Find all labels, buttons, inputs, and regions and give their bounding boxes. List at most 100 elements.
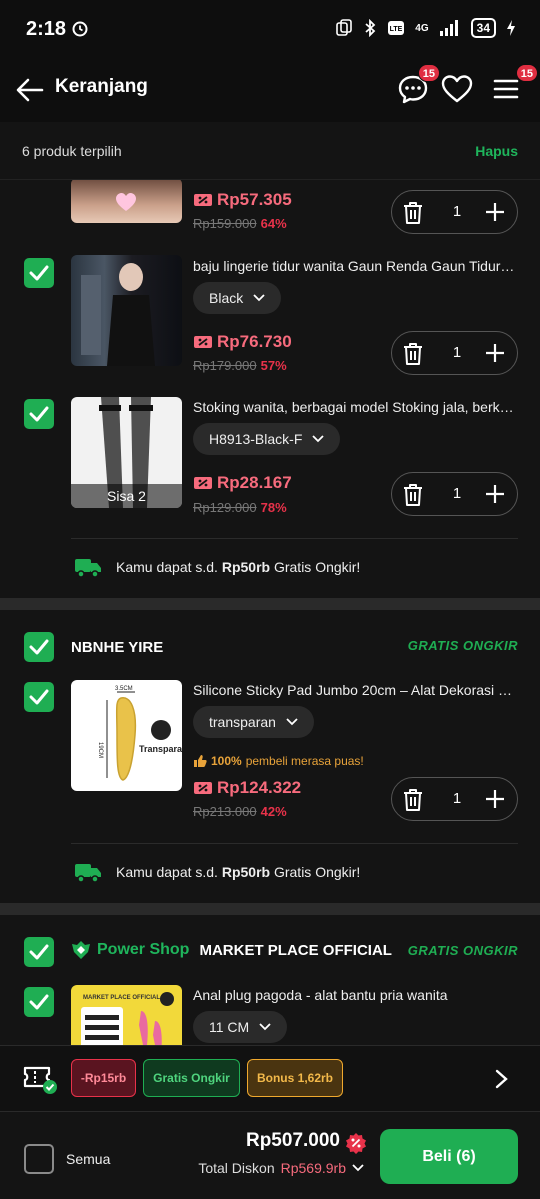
variant-label: transparan <box>209 714 276 730</box>
price: Rp28.167 <box>217 473 292 492</box>
svg-text:LTE: LTE <box>390 26 403 33</box>
variant-selector[interactable]: H8913-Black-F <box>193 423 341 455</box>
variant-selector[interactable]: transparan <box>193 706 314 738</box>
quantity-stepper[interactable]: 1 <box>391 472 518 516</box>
section-separator <box>0 598 540 610</box>
chevron-down-icon <box>312 435 325 443</box>
delivery-truck-icon <box>75 864 101 883</box>
back-arrow-icon[interactable] <box>14 74 46 106</box>
store-checkbox[interactable] <box>24 937 54 967</box>
hamburger-menu-icon <box>493 79 519 99</box>
thumbs-up-icon <box>194 755 207 767</box>
chat-button[interactable]: 15 <box>396 64 440 106</box>
product-thumbnail[interactable] <box>71 180 182 223</box>
product-title[interactable]: baju lingerie tidur wanita Gaun Renda Ga… <box>193 258 518 274</box>
selected-count: 6 produk terpilih <box>22 143 122 159</box>
plus-icon[interactable] <box>485 202 505 222</box>
power-shop-crown-icon <box>72 941 90 959</box>
shipping-prefix: Kamu dapat s.d. <box>116 559 218 575</box>
item-checkbox[interactable] <box>24 682 54 712</box>
delete-button[interactable]: Hapus <box>475 143 518 159</box>
free-shipping-info: Kamu dapat s.d. Rp50rb Gratis Ongkir! <box>74 861 360 883</box>
total-discount-label: Total Diskon <box>198 1160 275 1176</box>
battery-indicator: 34 <box>470 18 496 38</box>
item-checkbox[interactable] <box>24 258 54 288</box>
shipping-text: Kamu dapat s.d. Rp50rb Gratis Ongkir! <box>116 864 360 880</box>
price: Rp124.322 <box>217 778 302 797</box>
page-title: Keranjang <box>55 76 148 97</box>
select-all-checkbox[interactable] <box>24 1144 54 1174</box>
discount-percent: 64% <box>260 216 287 231</box>
item-checkbox[interactable] <box>24 987 54 1017</box>
plus-icon[interactable] <box>485 789 505 809</box>
variant-selector[interactable]: 11 CM <box>193 1011 288 1043</box>
discount-tag-icon <box>194 336 212 348</box>
total-discount[interactable]: Total Diskon Rp569.9rb <box>198 1160 364 1176</box>
trash-icon[interactable] <box>402 788 424 812</box>
product-title[interactable]: Stoking wanita, berbagai model Stoking j… <box>193 399 518 415</box>
price-row: Rp124.322 <box>193 778 301 798</box>
stock-left-label: Sisa 2 <box>71 484 182 508</box>
discount-percent: 78% <box>260 500 287 515</box>
cart-list[interactable]: Rp57.305 Rp159.000 64% 1 baju lingerie ti… <box>0 180 540 1045</box>
original-price: Rp159.000 <box>193 216 257 231</box>
product-title[interactable]: Anal plug pagoda - alat bantu pria wanit… <box>193 987 518 1003</box>
dimension-side-label: 19CM <box>97 742 103 758</box>
original-price: Rp129.000 <box>193 500 257 515</box>
product-thumbnail[interactable]: Sisa 2 <box>71 397 182 508</box>
product-thumbnail[interactable]: MARKET PLACE OFFICIAL <box>71 985 182 1045</box>
price-row: Rp76.730 <box>193 332 292 352</box>
variant-selector[interactable]: Black <box>193 282 282 314</box>
shipping-text: Kamu dapat s.d. Rp50rb Gratis Ongkir! <box>116 559 360 575</box>
original-price-row: Rp179.000 57% <box>193 358 287 373</box>
product-image-icon: MARKET PLACE OFFICIAL <box>81 992 174 1045</box>
voucher-bar[interactable]: -Rp15rb Gratis Ongkir Bonus 1,62rb <box>0 1045 540 1111</box>
product-thumbnail[interactable] <box>71 255 182 366</box>
chevron-down-icon <box>259 1023 271 1031</box>
volte-icon: LTE <box>388 21 405 35</box>
voucher-bonus-chip[interactable]: Bonus 1,62rb <box>247 1059 343 1097</box>
voucher-discount-chip[interactable]: -Rp15rb <box>71 1059 136 1097</box>
shipping-suffix: Gratis Ongkir! <box>273 559 361 575</box>
section-separator <box>0 903 540 915</box>
chevron-right-icon[interactable] <box>495 1069 509 1089</box>
menu-button[interactable]: 15 <box>492 64 538 106</box>
signal-icon <box>439 20 458 36</box>
plus-icon[interactable] <box>485 343 505 363</box>
status-bar: 2:18 LTE 4G 34 <box>0 0 540 60</box>
delivery-truck-icon <box>75 559 101 578</box>
wishlist-button[interactable] <box>440 72 474 106</box>
chevron-down-icon <box>253 294 265 302</box>
quantity-stepper[interactable]: 1 <box>391 777 518 821</box>
item-checkbox[interactable] <box>24 399 54 429</box>
product-thumbnail[interactable]: 3.5CM 19CM Transparan <box>71 680 182 791</box>
voucher-free-shipping-chip[interactable]: Gratis Ongkir <box>143 1059 240 1097</box>
satisfaction-percent: 100% <box>211 754 242 768</box>
store-checkbox[interactable] <box>24 632 54 662</box>
satisfaction-text: pembeli merasa puas! <box>245 754 364 768</box>
heart-sticker-icon <box>116 193 136 211</box>
menu-badge: 15 <box>515 64 538 82</box>
store-header[interactable]: Power Shop MARKET PLACE OFFICIAL <box>71 940 392 960</box>
quantity-value: 1 <box>452 203 462 220</box>
check-icon <box>29 265 49 281</box>
quantity-stepper[interactable]: 1 <box>391 190 518 234</box>
transparan-label: Transparan <box>139 744 182 754</box>
divider <box>71 843 518 844</box>
buy-button[interactable]: Beli (6) <box>380 1129 518 1184</box>
trash-icon[interactable] <box>402 483 424 507</box>
status-icons: LTE 4G 34 <box>335 18 516 38</box>
trash-icon[interactable] <box>402 201 424 225</box>
discount-percent-icon <box>346 1133 366 1154</box>
price-row: Rp28.167 <box>193 473 292 493</box>
shipping-amount: Rp50rb <box>221 559 271 575</box>
quantity-stepper[interactable]: 1 <box>391 331 518 375</box>
plus-icon[interactable] <box>485 484 505 504</box>
power-shop-label: Power Shop <box>97 941 190 958</box>
checkout-bar: Semua Rp507.000 Total Diskon Rp569.9rb B… <box>0 1111 540 1199</box>
select-all-label: Semua <box>66 1151 111 1167</box>
trash-icon[interactable] <box>402 342 424 366</box>
lingerie-figure-icon <box>81 263 155 366</box>
store-name[interactable]: NBNHE YIRE <box>71 639 163 656</box>
product-title[interactable]: Silicone Sticky Pad Jumbo 20cm – Alat De… <box>193 682 518 698</box>
